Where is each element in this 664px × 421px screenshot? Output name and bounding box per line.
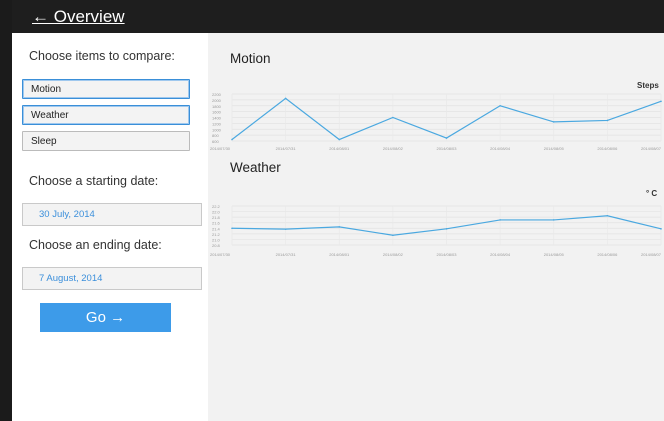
motion-y-tick-label: 800 [212,133,219,138]
motion-y-tick-label: 1200 [212,121,222,126]
motion-data-point [392,116,394,119]
motion-y-tick-label: 2200 [212,92,222,97]
motion-y-tick-label: 2000 [212,98,222,103]
motion-data-point [338,138,341,141]
end-date-field[interactable]: 7 August, 2014 [22,267,202,290]
motion-data-point [231,138,233,141]
weather-data-point [338,226,341,228]
weather-data-point [499,219,501,221]
weather-x-tick-label: 2014/08/01 [329,252,350,257]
items-heading: Choose items to compare: [29,49,175,63]
weather-x-tick-label: 2014/08/06 [597,252,618,257]
weather-x-tick-label: 2014/08/05 [544,252,565,257]
weather-unit-label: ° C [646,189,658,198]
main-panel: Motion Steps 2200 2000 1800 1600 1400 1200 100… [208,33,664,421]
motion-chart-title: Motion [230,51,271,66]
go-button[interactable]: Go → [40,303,171,332]
motion-y-tick-label: 1800 [212,104,222,109]
weather-data-point [445,228,448,230]
motion-x-tick-label: 2014/07/31 [276,146,297,151]
item-weather-button[interactable]: Weather [22,105,190,125]
motion-y-tick-label: 1000 [212,127,222,132]
motion-chart: 2200200018001600140012001000800600 2014/0… [210,92,662,151]
start-date-field[interactable]: 30 July, 2014 [22,203,202,226]
item-motion-button[interactable]: Motion [22,79,190,99]
motion-data-point [499,104,501,107]
motion-x-tick-label: 2014/08/05 [544,146,565,151]
weather-chart: 22.222.021.821.621.421.221.020.8 2014/07/… [210,204,662,257]
end-date-heading: Choose an ending date: [29,238,162,252]
motion-x-tick-label: 2014/08/01 [329,146,350,151]
motion-x-tick-label: 2014/07/30 [210,146,231,151]
weather-y-tick-label: 21.6 [212,221,221,226]
weather-x-tick-label: 2014/08/03 [436,252,457,257]
weather-y-tick-label: 21.4 [212,226,221,231]
motion-x-tick-label: 2014/08/02 [383,146,404,151]
weather-x-tick-label: 2014/08/04 [490,252,511,257]
start-date-heading: Choose a starting date: [29,174,159,188]
weather-data-point [660,228,662,230]
weather-data-point [284,228,287,230]
weather-x-tick-label: 2014/08/02 [383,252,404,257]
motion-x-tick-label: 2014/08/07 [641,146,662,151]
motion-y-tick-label: 1400 [212,116,222,121]
motion-data-point [606,119,609,122]
weather-y-tick-label: 22.2 [212,204,221,209]
motion-y-tick-label: 600 [212,139,219,144]
item-sleep-button[interactable]: Sleep [22,131,190,151]
weather-data-point [606,214,609,217]
motion-data-point [284,97,287,100]
motion-data-point [660,100,662,103]
weather-y-tick-label: 20.8 [212,243,221,248]
motion-x-tick-label: 2014/08/03 [436,146,457,151]
app-window: ← Overview Choose items to compare: Moti… [0,0,664,421]
sidebar: Choose items to compare: Motion Weather … [12,33,208,421]
weather-y-tick-label: 21.8 [212,215,221,220]
motion-data-point [552,121,555,123]
weather-y-tick-label: 22.0 [212,210,221,215]
window-edge [0,0,12,421]
weather-y-tick-label: 21.0 [212,237,221,242]
weather-chart-title: Weather [230,160,281,175]
weather-data-point [231,227,233,230]
motion-data-point [445,137,448,139]
weather-x-tick-label: 2014/08/07 [641,252,662,257]
motion-y-tick-label: 1600 [212,110,222,115]
motion-x-tick-label: 2014/08/04 [490,146,511,151]
weather-x-tick-label: 2014/07/31 [276,252,297,257]
motion-x-tick-label: 2014/08/06 [597,146,618,151]
weather-y-tick-label: 21.2 [212,232,221,237]
weather-data-point [552,219,555,221]
weather-data-point [392,234,394,237]
back-to-overview-link[interactable]: ← Overview [32,7,125,27]
top-bar: ← Overview [12,0,664,33]
weather-x-tick-label: 2014/07/30 [210,252,231,257]
